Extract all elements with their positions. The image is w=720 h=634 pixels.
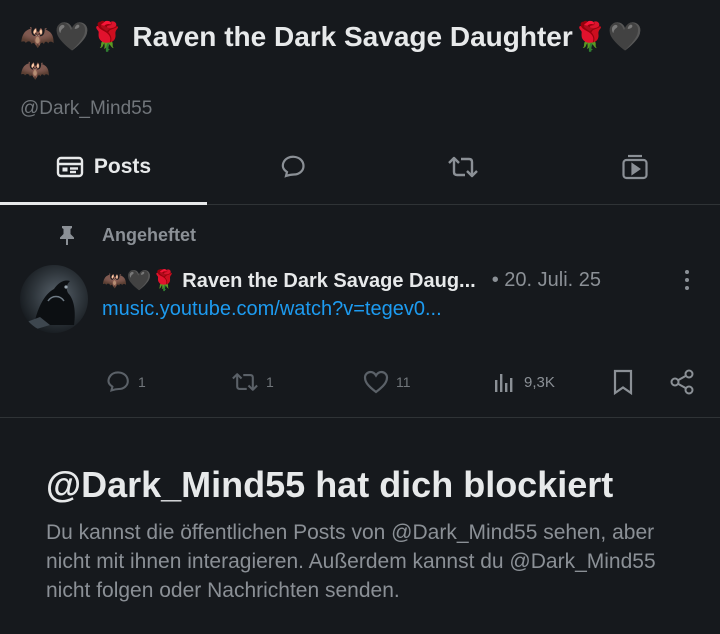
tab-replies[interactable] — [253, 130, 333, 204]
heart-icon — [362, 369, 390, 395]
tab-reposts[interactable] — [423, 130, 503, 204]
pinned-label: Angeheftet — [102, 224, 196, 245]
posts-icon — [56, 155, 84, 179]
more-options-icon[interactable] — [684, 268, 690, 292]
profile-tabs: Posts — [0, 130, 720, 205]
reply-count: 1 — [138, 374, 146, 390]
profile-name: 🦇🖤🌹 Raven the Dark Savage Daughter🌹🖤 🦇 — [20, 18, 700, 86]
post-date[interactable]: • 20. Juli. 25 — [492, 269, 601, 292]
profile-handle: @Dark_Mind55 — [20, 98, 153, 119]
like-count: 11 — [396, 374, 411, 390]
view-count: 9,3K — [524, 373, 555, 391]
bookmark-icon — [611, 368, 635, 396]
tab-posts[interactable]: Posts — [0, 130, 207, 205]
display-name: 🦇🖤🌹 Raven the Dark Savage Daughter🌹🖤 — [20, 21, 643, 52]
replies-icon — [278, 152, 308, 182]
pinned-indicator: Angeheftet — [58, 224, 196, 246]
display-name-continued: 🦇 — [20, 57, 50, 84]
active-tab-indicator — [0, 202, 207, 205]
tab-posts-label: Posts — [93, 155, 152, 178]
repost-action-icon — [230, 369, 260, 395]
repost-count: 1 — [266, 374, 274, 390]
reply-icon — [104, 368, 132, 396]
pin-icon — [58, 224, 76, 246]
reply-button[interactable]: 1 — [104, 362, 146, 402]
post-link[interactable]: music.youtube.com/watch?v=tegev0... — [102, 298, 442, 321]
post-author[interactable]: 🦇🖤🌹 Raven the Dark Savage Daug... — [102, 268, 476, 293]
avatar[interactable] — [20, 265, 88, 333]
media-icon — [620, 152, 650, 182]
like-button[interactable]: 11 — [362, 362, 411, 402]
bookmark-button[interactable] — [611, 362, 635, 402]
share-icon — [668, 368, 696, 396]
share-button[interactable] — [668, 362, 696, 402]
post-header: 🦇🖤🌹 Raven the Dark Savage Daug... • 20. … — [102, 264, 702, 296]
repost-icon — [446, 152, 480, 182]
analytics-icon — [492, 369, 518, 395]
blocked-title: @Dark_Mind55 hat dich blockiert — [46, 464, 614, 505]
divider — [0, 417, 720, 418]
tab-media[interactable] — [595, 130, 675, 204]
blocked-description: Du kannst die öffentlichen Posts von @Da… — [46, 521, 656, 602]
post-actions: 1 1 11 9,3K — [0, 362, 720, 402]
views-button[interactable]: 9,3K — [492, 362, 555, 402]
repost-button[interactable]: 1 — [230, 362, 274, 402]
